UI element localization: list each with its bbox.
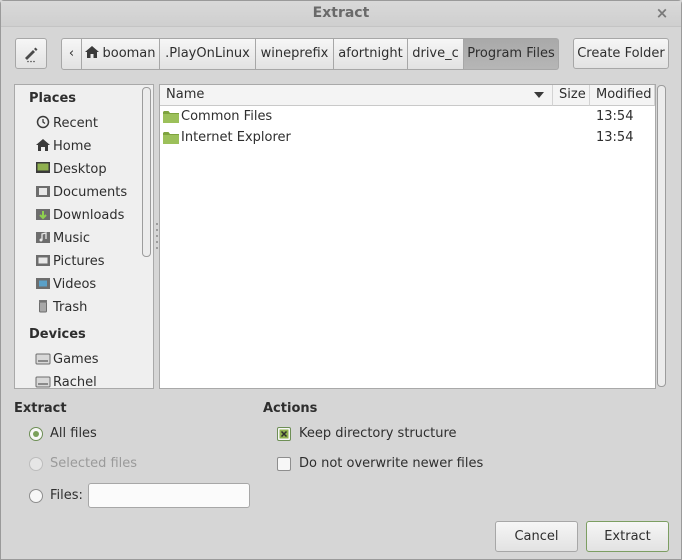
sidebar-item-videos[interactable]: Videos (35, 275, 96, 295)
files-pattern-input[interactable] (88, 483, 250, 508)
path-segment-drive-c[interactable]: drive_c (408, 38, 464, 70)
sidebar-item-documents[interactable]: Documents (35, 183, 127, 203)
recent-icon (36, 115, 50, 129)
sidebar-item-games[interactable]: Games (35, 350, 98, 370)
column-header-size[interactable]: Size (553, 85, 590, 106)
file-modified: 13:54 (596, 130, 634, 145)
window-title: Extract (312, 5, 370, 21)
sidebar-item-label: Recent (53, 116, 98, 131)
path-segment-label: drive_c (412, 46, 459, 61)
places-heading: Places (29, 91, 77, 106)
file-row[interactable]: Internet Explorer 13:54 (160, 127, 655, 148)
check-icon (279, 429, 289, 439)
trash-icon (39, 300, 47, 313)
all-files-radio[interactable] (29, 427, 43, 441)
sidebar-item-downloads[interactable]: Downloads (35, 206, 124, 226)
file-list: Name Size Modified Common Files 13:54 In… (159, 84, 656, 389)
no-overwrite-label[interactable]: Do not overwrite newer files (299, 456, 483, 471)
edit-location-button[interactable] (15, 38, 47, 69)
sort-down-icon (534, 92, 544, 98)
folder-icon (163, 111, 179, 123)
path-segment-label: afortnight (338, 46, 403, 61)
extract-heading: Extract (14, 401, 67, 416)
path-segment-afortnight[interactable]: afortnight (334, 38, 408, 70)
selected-files-radio (29, 457, 43, 471)
path-back-button[interactable]: ‹ (61, 38, 82, 70)
sidebar-item-label: Downloads (53, 208, 125, 223)
sidebar-item-label: Desktop (53, 162, 107, 177)
sidebar-item-home[interactable]: Home (35, 137, 91, 157)
sidebar-item-pictures[interactable]: Pictures (35, 252, 104, 272)
path-segment-wineprefix[interactable]: wineprefix (256, 38, 334, 70)
drive-icon (35, 353, 51, 365)
path-segment-program-files[interactable]: Program Files (464, 38, 559, 70)
sidebar-scrollbar[interactable] (142, 87, 151, 257)
pictures-icon (36, 255, 50, 266)
column-header-label: Name (166, 87, 205, 102)
sidebar-item-label: Games (53, 352, 99, 367)
downloads-icon (36, 209, 50, 220)
sidebar-item-desktop[interactable]: Desktop (35, 160, 107, 180)
file-modified: 13:54 (596, 109, 634, 124)
extract-button[interactable]: Extract (586, 521, 669, 552)
sidebar-item-label: Pictures (53, 254, 105, 269)
drive-icon (35, 376, 51, 388)
folder-icon (163, 132, 179, 144)
desktop-icon (36, 162, 50, 173)
files-radio[interactable] (29, 489, 43, 503)
close-icon[interactable]: × (653, 4, 671, 22)
home-icon (85, 46, 100, 58)
sidebar-item-rachel[interactable]: Rachel (35, 373, 97, 389)
sidebar-item-recent[interactable]: Recent (35, 114, 98, 134)
sidebar-item-label: Documents (53, 185, 128, 200)
column-header-label: Modified (596, 87, 652, 102)
chevron-left-icon: ‹ (68, 46, 75, 61)
sidebar-item-label: Rachel (53, 375, 97, 389)
sidebar-item-trash[interactable]: Trash (35, 298, 87, 318)
file-name: Common Files (181, 109, 273, 124)
all-files-label[interactable]: All files (50, 426, 97, 441)
path-segment-label: Program Files (467, 46, 555, 61)
documents-icon (36, 186, 50, 197)
pencil-icon (25, 47, 38, 63)
filelist-scrollbar[interactable] (657, 85, 666, 387)
keep-structure-label[interactable]: Keep directory structure (299, 426, 457, 441)
sidebar-item-label: Music (53, 231, 90, 246)
path-segment-label: .PlayOnLinux (165, 46, 250, 61)
keep-structure-checkbox[interactable] (277, 427, 291, 441)
title-bar: Extract × (1, 1, 681, 27)
extract-dialog: Extract × ‹ booman .PlayOnLinux winepref… (0, 0, 682, 560)
path-segment-label: booman (102, 46, 156, 61)
files-label[interactable]: Files: (50, 488, 83, 503)
actions-heading: Actions (263, 401, 318, 416)
videos-icon (36, 278, 50, 289)
column-header-label: Size (559, 87, 586, 102)
path-segment-booman[interactable]: booman (82, 38, 160, 70)
music-icon (36, 232, 50, 243)
column-header-name[interactable]: Name (160, 85, 553, 106)
sidebar-item-label: Videos (53, 277, 97, 292)
home-icon (36, 139, 50, 151)
file-name: Internet Explorer (181, 130, 291, 145)
selected-files-label: Selected files (50, 456, 138, 471)
path-segment-playonlinux[interactable]: .PlayOnLinux (160, 38, 256, 70)
no-overwrite-checkbox[interactable] (277, 457, 291, 471)
sidebar-item-label: Home (53, 139, 92, 154)
create-folder-button[interactable]: Create Folder (573, 38, 669, 69)
devices-heading: Devices (29, 327, 86, 342)
file-row[interactable]: Common Files 13:54 (160, 106, 655, 127)
column-header-modified[interactable]: Modified (590, 85, 655, 106)
places-sidebar: Places Recent Home Desktop Documents Dow… (14, 84, 154, 389)
cancel-button[interactable]: Cancel (495, 521, 578, 552)
sidebar-item-label: Trash (53, 300, 88, 315)
path-segment-label: wineprefix (260, 46, 329, 61)
sidebar-item-music[interactable]: Music (35, 229, 90, 249)
